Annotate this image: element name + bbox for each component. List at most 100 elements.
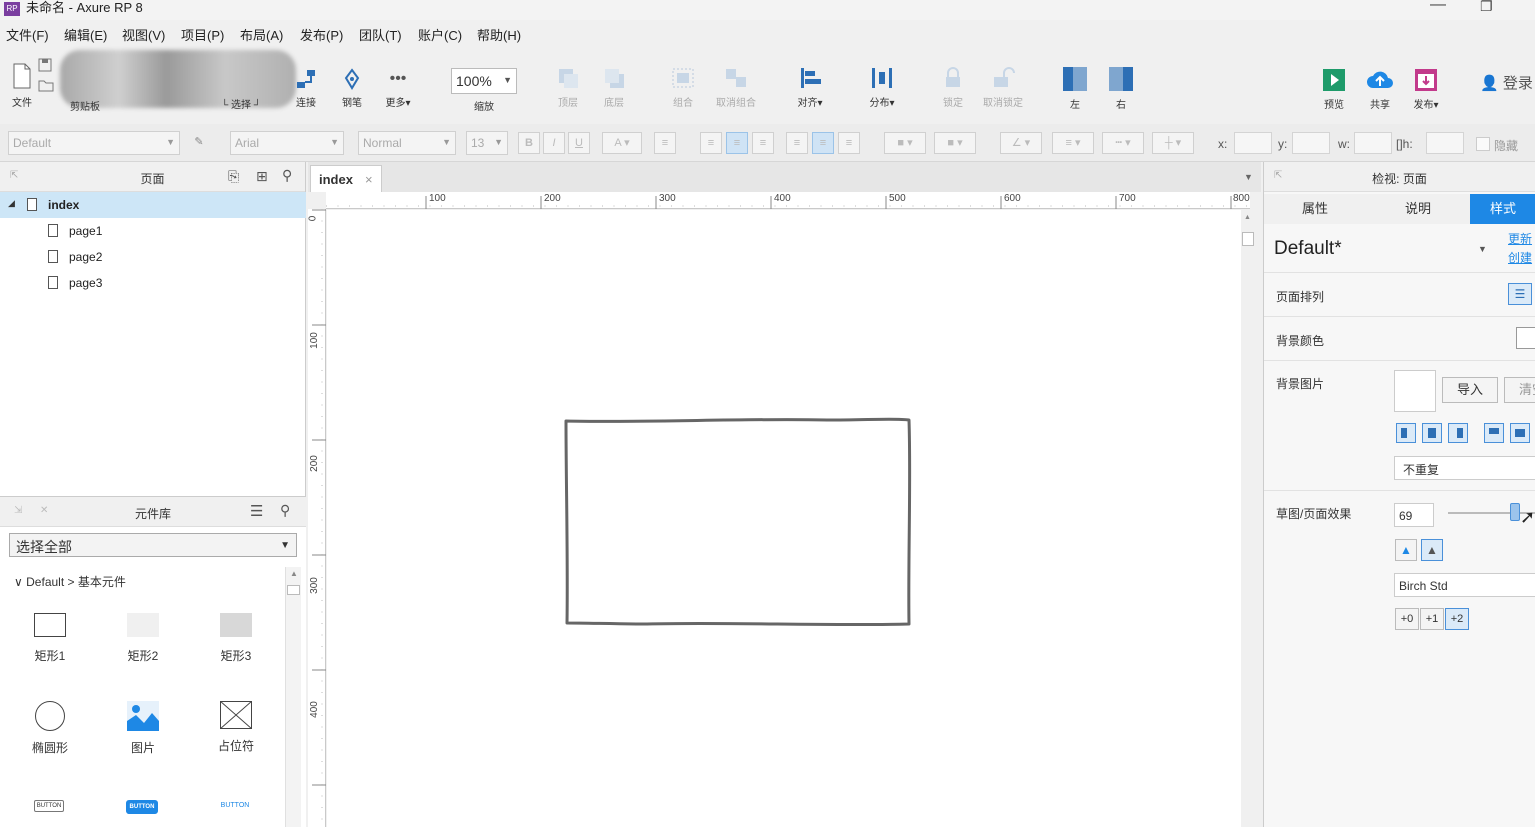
- line-width-plus2-button[interactable]: +2: [1445, 608, 1469, 630]
- bg-align-center-icon[interactable]: [1422, 423, 1442, 443]
- widget-button[interactable]: BUTTON: [34, 800, 64, 812]
- menu-icon[interactable]: ☰: [250, 502, 263, 520]
- page-style-name[interactable]: Default*: [1274, 238, 1342, 260]
- share-button[interactable]: 共享: [1364, 68, 1396, 111]
- sketch-value-input[interactable]: 69: [1394, 503, 1434, 527]
- bg-align-right-icon[interactable]: [1448, 423, 1468, 443]
- zoom-select[interactable]: 100% ▼: [451, 68, 517, 94]
- tab-index[interactable]: index ×: [310, 165, 382, 192]
- widget-placeholder[interactable]: 占位符: [196, 701, 276, 754]
- menu-file[interactable]: 文件(F): [6, 25, 49, 44]
- line-color-button[interactable]: ∠ ▾: [1000, 132, 1042, 154]
- hide-checkbox[interactable]: [1476, 137, 1490, 151]
- search-icon[interactable]: ⚲: [282, 167, 292, 184]
- menu-publish[interactable]: 发布(P): [300, 25, 343, 44]
- publish-button[interactable]: 发布▾: [1406, 68, 1446, 111]
- font-color-button[interactable]: A ▾: [602, 132, 642, 154]
- menu-layout[interactable]: 布局(A): [240, 25, 283, 44]
- scroll-up-icon[interactable]: ▲: [1244, 214, 1251, 221]
- design-canvas[interactable]: [327, 210, 1249, 827]
- w-input[interactable]: [1354, 132, 1392, 154]
- chevron-down-icon[interactable]: ▼: [1478, 244, 1487, 254]
- lock-button[interactable]: 锁定: [936, 66, 970, 109]
- bullet-list-button[interactable]: ≡: [654, 132, 676, 154]
- page-item-index[interactable]: ◢ index: [0, 192, 306, 218]
- underline-button[interactable]: U: [568, 132, 590, 154]
- line-width-plus1-button[interactable]: +1: [1420, 608, 1444, 630]
- repeat-select[interactable]: 不重复: [1394, 456, 1535, 480]
- bg-image-thumbnail[interactable]: [1394, 370, 1436, 412]
- library-scrollbar[interactable]: ▲: [285, 567, 301, 827]
- restore-icon[interactable]: ❐: [1480, 0, 1493, 15]
- fill-color-button[interactable]: ■ ▾: [884, 132, 926, 154]
- x-input[interactable]: [1234, 132, 1272, 154]
- add-page-icon[interactable]: ⎘: [228, 168, 239, 185]
- widget-image[interactable]: 图片: [103, 701, 183, 756]
- arrow-style-button[interactable]: ┼ ▾: [1152, 132, 1194, 154]
- font-family-select[interactable]: Arial▼: [230, 131, 344, 155]
- widget-rectangle3[interactable]: 矩形3: [196, 613, 276, 664]
- bg-valign-top-icon[interactable]: [1484, 423, 1504, 443]
- update-link[interactable]: 更新: [1508, 230, 1532, 247]
- search-icon[interactable]: ⚲: [280, 502, 290, 519]
- minimize-icon[interactable]: —: [1430, 0, 1446, 14]
- create-link[interactable]: 创建: [1508, 249, 1532, 266]
- close-icon[interactable]: ×: [365, 172, 373, 187]
- library-group[interactable]: ∨ Default > 基本元件: [14, 573, 126, 590]
- left-panel-toggle[interactable]: 左: [1060, 66, 1090, 111]
- style-select[interactable]: Default▼: [8, 131, 180, 155]
- line-width-button[interactable]: ≡ ▾: [1052, 132, 1094, 154]
- page-item-page3[interactable]: page3: [0, 270, 306, 296]
- import-button[interactable]: 导入: [1442, 377, 1498, 403]
- valign-top-button[interactable]: ≡: [786, 132, 808, 154]
- group-button[interactable]: 组合: [666, 66, 700, 109]
- more-button[interactable]: ••• 更多▾: [378, 68, 418, 109]
- tab-notes[interactable]: 说明: [1366, 194, 1470, 224]
- page-item-page2[interactable]: page2: [0, 244, 306, 270]
- widget-rectangle1[interactable]: 矩形1: [10, 613, 90, 664]
- menu-project[interactable]: 项目(P): [181, 25, 224, 44]
- h-input[interactable]: [1426, 132, 1464, 154]
- widget-ellipse[interactable]: 椭圆形: [10, 701, 90, 756]
- ungroup-button[interactable]: 取消组合: [710, 66, 762, 109]
- align-button[interactable]: 对齐▾: [790, 66, 830, 109]
- align-center-button[interactable]: ≡: [726, 132, 748, 154]
- widget-link-button[interactable]: BUTTON: [218, 800, 252, 812]
- tab-dropdown-icon[interactable]: ▼: [1244, 172, 1253, 182]
- sketch-slider-thumb[interactable]: [1510, 503, 1520, 521]
- connect-button[interactable]: 连接: [288, 68, 324, 109]
- expand-triangle-icon[interactable]: ◢: [8, 198, 15, 209]
- send-to-bottom-button[interactable]: 底层: [598, 66, 630, 109]
- login-button[interactable]: 👤 登录: [1480, 72, 1533, 93]
- widget-primary-button[interactable]: BUTTON: [126, 800, 158, 814]
- menu-view[interactable]: 视图(V): [122, 25, 165, 44]
- sketch-rectangle-shape[interactable]: [327, 210, 1249, 827]
- tab-properties[interactable]: 属性: [1264, 194, 1366, 224]
- scroll-thumb[interactable]: [287, 585, 300, 595]
- align-right-button[interactable]: ≡: [752, 132, 774, 154]
- font-weight-select[interactable]: Normal▼: [358, 131, 456, 155]
- line-width-plus0-button[interactable]: +0: [1395, 608, 1419, 630]
- distribute-button[interactable]: 分布▾: [862, 66, 902, 109]
- lock-aspect-icon[interactable]: []: [1396, 137, 1403, 151]
- color-sketch-icon[interactable]: ▲: [1395, 539, 1417, 561]
- menu-edit[interactable]: 编辑(E): [64, 25, 107, 44]
- open-folder-icon[interactable]: [38, 78, 54, 95]
- align-left-icon[interactable]: ☰: [1508, 283, 1532, 305]
- italic-button[interactable]: I: [543, 132, 565, 154]
- library-select[interactable]: 选择全部 ▼: [9, 533, 297, 557]
- page-item-page1[interactable]: page1: [0, 218, 306, 244]
- unlock-button[interactable]: 取消锁定: [980, 66, 1026, 109]
- bold-button[interactable]: B: [518, 132, 540, 154]
- y-input[interactable]: [1292, 132, 1330, 154]
- bg-valign-middle-icon[interactable]: [1510, 423, 1530, 443]
- add-folder-icon[interactable]: ⊞: [256, 168, 268, 185]
- save-icon[interactable]: [38, 58, 52, 75]
- file-button[interactable]: 文件: [8, 62, 36, 109]
- menu-help[interactable]: 帮助(H): [477, 25, 521, 44]
- scroll-up-icon[interactable]: ▲: [290, 569, 298, 578]
- sketch-font-select[interactable]: Birch Std: [1394, 573, 1535, 597]
- line-style-button[interactable]: ┅ ▾: [1102, 132, 1144, 154]
- align-left-button[interactable]: ≡: [700, 132, 722, 154]
- grayscale-sketch-icon[interactable]: ▲: [1421, 539, 1443, 561]
